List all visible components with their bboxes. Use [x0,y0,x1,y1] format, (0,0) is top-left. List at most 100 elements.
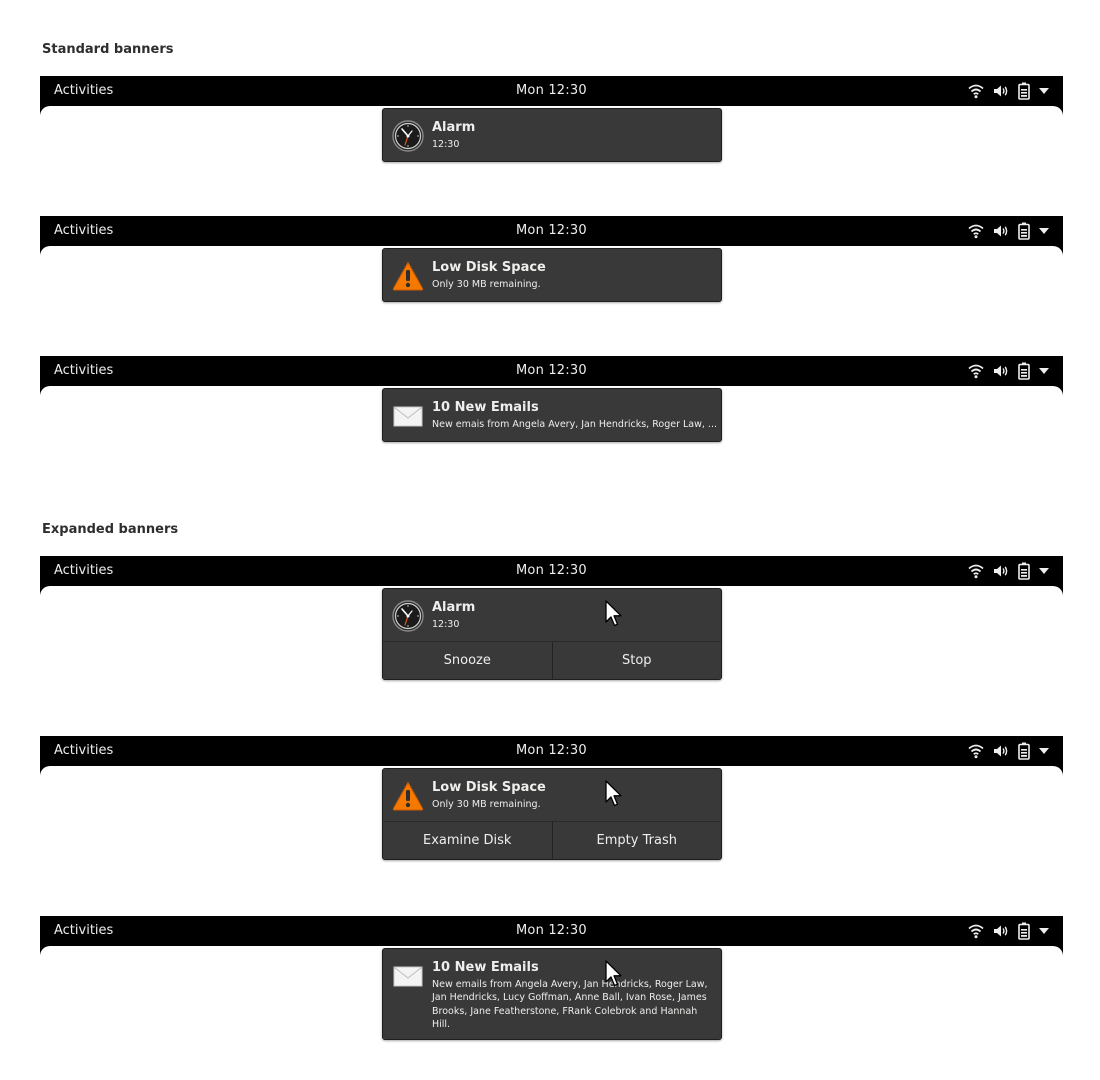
examine-disk-button[interactable]: Examine Disk [383,822,552,859]
screen-corner-left [40,386,50,396]
activities-button[interactable]: Activities [54,563,113,578]
screen-expanded-alarm: Activities Mon 12:30 Alarm 12:30 Snooze … [40,556,1063,680]
banner-actions: Snooze Stop [383,641,721,679]
volume-icon [993,223,1009,239]
envelope-icon [392,400,424,432]
volume-icon [993,563,1009,579]
screen-corner-right [1053,246,1063,256]
notification-banner-email[interactable]: 10 New Emails New emais from Angela Aver… [382,388,722,442]
warning-icon [392,260,424,292]
status-area[interactable] [968,922,1049,940]
battery-icon [1018,362,1030,380]
volume-icon [993,83,1009,99]
menu-arrow-icon [1039,748,1049,754]
banner-body: Only 30 MB remaining. [432,279,541,290]
menu-arrow-icon [1039,928,1049,934]
screen-expanded-email: Activities Mon 12:30 10 New Emails New e… [40,916,1063,1040]
clock[interactable]: Mon 12:30 [516,563,587,578]
banner-title: 10 New Emails [432,960,539,975]
wifi-icon [968,563,984,579]
volume-icon [993,743,1009,759]
mouse-pointer-icon [604,600,624,628]
battery-icon [1018,742,1030,760]
activities-button[interactable]: Activities [54,743,113,758]
top-bar: Activities Mon 12:30 [40,76,1063,106]
volume-icon [993,923,1009,939]
screen-corner-right [1053,386,1063,396]
screen-corner-left [40,586,50,596]
screen-corner-right [1053,586,1063,596]
activities-button[interactable]: Activities [54,923,113,938]
top-bar: Activities Mon 12:30 [40,556,1063,586]
clock[interactable]: Mon 12:30 [516,83,587,98]
clock-icon [392,120,424,152]
top-bar: Activities Mon 12:30 [40,356,1063,386]
envelope-icon [392,960,424,992]
volume-icon [993,363,1009,379]
banner-body: 12:30 [432,139,460,150]
mouse-pointer-icon [604,780,624,808]
menu-arrow-icon [1039,228,1049,234]
banner-actions: Examine Disk Empty Trash [383,821,721,859]
expanded-banners-heading: Expanded banners [42,522,179,537]
notification-banner-alarm-expanded[interactable]: Alarm 12:30 Snooze Stop [382,588,722,680]
stop-button[interactable]: Stop [551,642,722,679]
banner-title: Low Disk Space [432,780,546,795]
status-area[interactable] [968,562,1049,580]
battery-icon [1018,82,1030,100]
screen-corner-right [1053,106,1063,116]
wifi-icon [968,363,984,379]
standard-banners-heading: Standard banners [42,42,174,57]
activities-button[interactable]: Activities [54,363,113,378]
snooze-button[interactable]: Snooze [383,642,552,679]
wifi-icon [968,743,984,759]
wifi-icon [968,83,984,99]
screen-standard-disk: Activities Mon 12:30 Low Disk Space Only… [40,216,1063,302]
empty-trash-button[interactable]: Empty Trash [551,822,722,859]
screen-standard-email: Activities Mon 12:30 10 New Emails New e… [40,356,1063,442]
top-bar: Activities Mon 12:30 [40,736,1063,766]
banner-title: Alarm [432,120,476,135]
battery-icon [1018,922,1030,940]
clock[interactable]: Mon 12:30 [516,923,587,938]
clock[interactable]: Mon 12:30 [516,743,587,758]
menu-arrow-icon [1039,368,1049,374]
clock[interactable]: Mon 12:30 [516,363,587,378]
banner-title: Low Disk Space [432,260,546,275]
banner-title: 10 New Emails [432,400,539,415]
banner-body: Only 30 MB remaining. [432,799,541,810]
banner-body: New emails from Angela Avery, Jan Hendri… [432,979,708,1030]
notification-banner-disk[interactable]: Low Disk Space Only 30 MB remaining. [382,248,722,302]
screen-corner-right [1053,766,1063,776]
status-area[interactable] [968,742,1049,760]
notification-banner-email-expanded[interactable]: 10 New Emails New emails from Angela Ave… [382,948,722,1040]
banner-body: 12:30 [432,619,460,630]
status-area[interactable] [968,362,1049,380]
clock[interactable]: Mon 12:30 [516,223,587,238]
activities-button[interactable]: Activities [54,223,113,238]
screen-expanded-disk: Activities Mon 12:30 Low Disk Space Only… [40,736,1063,860]
status-area[interactable] [968,222,1049,240]
mouse-pointer-icon [604,960,624,988]
screen-corner-right [1053,946,1063,956]
screen-standard-alarm: Activities Mon 12:30 Alarm 12:30 [40,76,1063,162]
menu-arrow-icon [1039,568,1049,574]
banner-body: New emais from Angela Avery, Jan Hendric… [432,419,717,430]
warning-icon [392,780,424,812]
notification-banner-disk-expanded[interactable]: Low Disk Space Only 30 MB remaining. Exa… [382,768,722,860]
screen-corner-left [40,766,50,776]
notification-banner-alarm[interactable]: Alarm 12:30 [382,108,722,162]
clock-icon [392,600,424,632]
top-bar: Activities Mon 12:30 [40,916,1063,946]
battery-icon [1018,222,1030,240]
top-bar: Activities Mon 12:30 [40,216,1063,246]
wifi-icon [968,223,984,239]
screen-corner-left [40,106,50,116]
status-area[interactable] [968,82,1049,100]
battery-icon [1018,562,1030,580]
activities-button[interactable]: Activities [54,83,113,98]
wifi-icon [968,923,984,939]
banner-title: Alarm [432,600,476,615]
screen-corner-left [40,946,50,956]
menu-arrow-icon [1039,88,1049,94]
